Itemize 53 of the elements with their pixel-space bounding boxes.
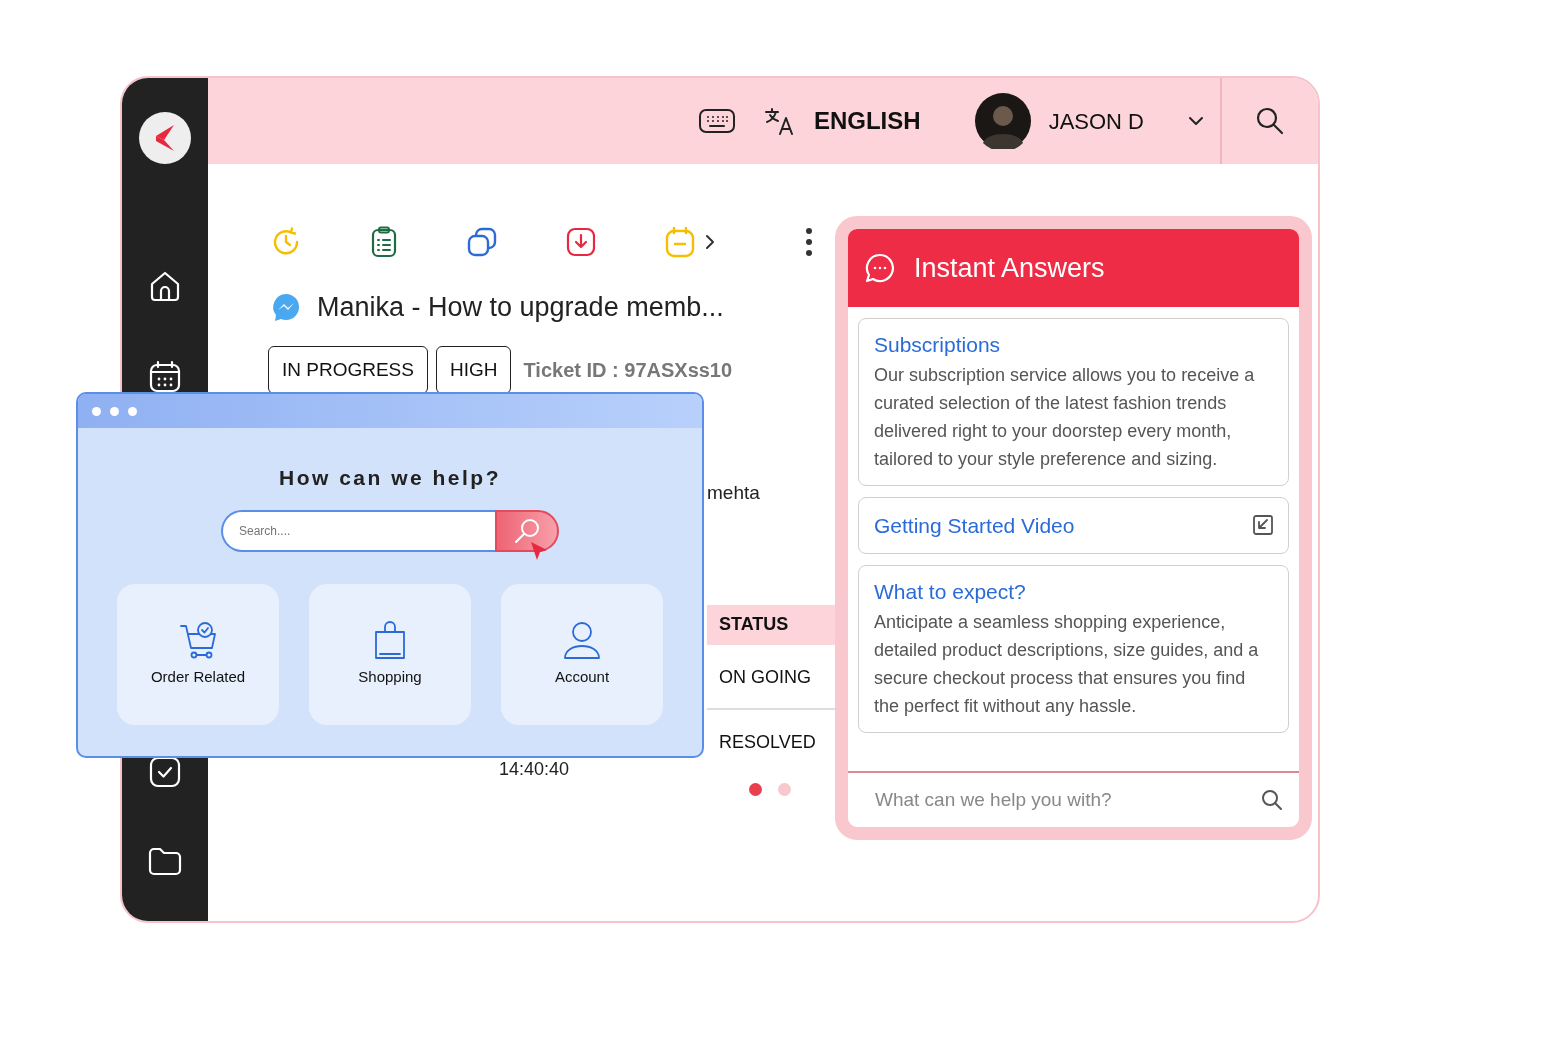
translate-icon[interactable] <box>763 106 796 136</box>
cart-icon <box>178 619 218 660</box>
category-button[interactable]: Account <box>501 583 663 725</box>
search-field[interactable]: Search.... <box>221 509 495 552</box>
avatar[interactable] <box>974 93 1031 149</box>
tag: IN PROGRESS <box>268 345 428 394</box>
search-icon <box>513 516 541 545</box>
download-icon[interactable] <box>566 227 596 257</box>
article-title[interactable]: What to expect? <box>874 576 1274 608</box>
category-button[interactable]: Shopping <box>309 583 471 725</box>
article-card[interactable]: What to expect? Anticipate a seamless shopping experience, detailed product descriptions, size guides, and a secure checkout process that ensures you find the perfect fit without any hassle. <box>858 565 1289 733</box>
ticket-id: Ticket ID : 97ASXss10 <box>523 357 733 383</box>
more-options-icon[interactable] <box>805 227 813 257</box>
article-card[interactable] <box>858 318 1289 486</box>
article-text: Our subscription service allows you to receive a curated selection of the latest fashion trends delivered right to your doorstep every month, tailored to your style preference and sizing. <box>874 363 1256 471</box>
search-field[interactable]: What can we help you with? <box>873 784 1261 816</box>
logo[interactable] <box>139 112 191 164</box>
keyboard-icon[interactable] <box>697 107 736 135</box>
search-icon[interactable] <box>1261 789 1283 811</box>
article-title[interactable]: Subscriptions <box>874 329 1274 361</box>
pager-dot[interactable] <box>749 782 762 796</box>
user-name[interactable]: JASON D <box>1048 104 1144 138</box>
name-text: mehta <box>707 481 760 505</box>
language-label[interactable]: ENGLISH <box>813 103 921 139</box>
folder-icon[interactable] <box>147 845 183 877</box>
article-title[interactable]: Getting Started Video <box>874 509 1075 541</box>
chevron-right-icon[interactable] <box>705 234 715 250</box>
chat-bubble-icon <box>864 252 896 284</box>
search-icon[interactable] <box>1256 107 1284 135</box>
link-card[interactable]: Getting Started Video <box>858 496 1289 554</box>
user-icon <box>562 619 602 660</box>
window-dot[interactable] <box>128 406 137 416</box>
checkbox-icon[interactable] <box>148 755 182 789</box>
time-text: 14:40:40 <box>499 758 570 781</box>
home-icon[interactable] <box>148 269 182 303</box>
window-dot[interactable] <box>110 406 119 416</box>
chevron-down-icon[interactable] <box>1188 116 1204 126</box>
external-link-icon[interactable] <box>1252 514 1274 537</box>
ticket-title: Manika - How to upgrade memb... <box>317 291 724 324</box>
column-header: STATUS <box>707 604 835 645</box>
article-text: Anticipate a seamless shopping experience, detailed product descriptions, size guides, and a secure checkout process that ensures you find the perfect fit without any hassle. <box>874 610 1260 718</box>
tag: HIGH <box>436 345 512 394</box>
calendar-icon[interactable] <box>148 359 182 393</box>
window-dot[interactable] <box>92 406 101 416</box>
messenger-icon[interactable] <box>271 292 301 323</box>
copy-icon[interactable] <box>467 227 497 257</box>
category-button[interactable]: Order Related <box>117 583 279 725</box>
cursor-icon <box>529 539 549 562</box>
table-cell-text: RESOLVED <box>718 730 817 754</box>
pager-dot[interactable] <box>778 782 791 796</box>
clipboard-icon[interactable] <box>370 226 398 258</box>
help-heading: How can we help? <box>278 465 502 491</box>
panel-title: Instant Answers <box>914 251 1105 285</box>
